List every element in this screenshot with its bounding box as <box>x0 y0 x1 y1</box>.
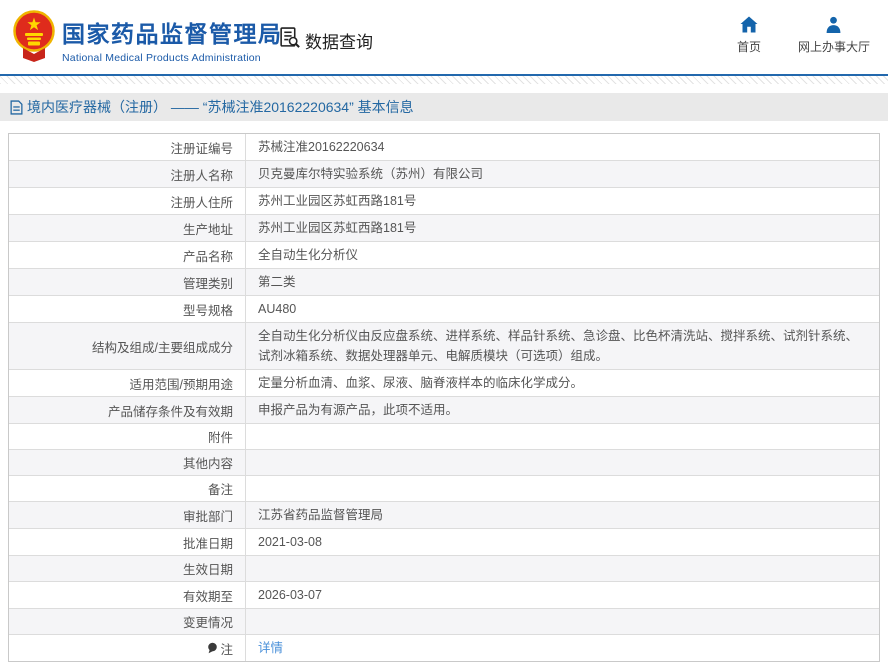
data-query-label: 数据查询 <box>305 32 373 52</box>
nav-service-hall-label: 网上办事大厅 <box>797 40 870 54</box>
note-pin-icon <box>207 642 218 654</box>
row-value: 2021-03-08 <box>258 535 322 549</box>
row-label: 审批部门 <box>9 502 246 528</box>
table-row: 审批部门 江苏省药品监督管理局 <box>9 501 879 528</box>
row-value: 苏州工业园区苏虹西路181号 <box>258 194 417 208</box>
row-value: 2026-03-07 <box>258 588 322 602</box>
row-value: 苏械注准20162220634 <box>258 140 385 154</box>
national-emblem <box>12 8 56 71</box>
row-label: 注 <box>9 635 246 661</box>
row-label: 变更情况 <box>9 609 246 634</box>
table-row: 有效期至 2026-03-07 <box>9 581 879 608</box>
row-label: 管理类别 <box>9 269 246 295</box>
table-row: 结构及组成/主要组成成分 全自动生化分析仪由反应盘系统、进样系统、样品针系统、急… <box>9 322 879 369</box>
row-label: 生产地址 <box>9 215 246 241</box>
row-value: 定量分析血清、血浆、尿液、脑脊液样本的临床化学成分。 <box>258 376 584 390</box>
table-row: 附件 <box>9 423 879 449</box>
document-icon <box>10 99 23 115</box>
table-row: 型号规格 AU480 <box>9 295 879 322</box>
data-query-section[interactable]: 数据查询 <box>278 26 373 54</box>
breadcrumb: 境内医疗器械（注册） —— “苏械注准20162220634” 基本信息 <box>0 93 888 121</box>
nav-item-home[interactable]: 首页 <box>732 15 766 55</box>
nav-home-label: 首页 <box>736 40 761 54</box>
table-row: 产品储存条件及有效期 申报产品为有源产品，此项不适用。 <box>9 396 879 423</box>
row-value <box>246 450 879 475</box>
table-row: 注册人住所 苏州工业园区苏虹西路181号 <box>9 187 879 214</box>
table-row: 注册证编号 苏械注准20162220634 <box>9 134 879 160</box>
decorative-stripe-band <box>0 76 888 84</box>
row-value: 详情 <box>246 635 879 661</box>
detail-link[interactable]: 详情 <box>258 638 283 658</box>
row-label: 附件 <box>9 424 246 449</box>
note-label: 注 <box>220 642 233 657</box>
table-row: 备注 <box>9 475 879 501</box>
site-header: 国家药品监督管理局 National Medical Products Admi… <box>0 0 888 76</box>
row-label: 有效期至 <box>9 582 246 608</box>
row-label: 注册人住所 <box>9 188 246 214</box>
row-value: 第二类 <box>258 275 296 289</box>
row-value <box>246 424 879 449</box>
row-value: 贝克曼库尔特实验系统（苏州）有限公司 <box>258 167 484 181</box>
registration-info-table: 注册证编号 苏械注准20162220634 注册人名称 贝克曼库尔特实验系统（苏… <box>8 133 880 662</box>
row-label: 其他内容 <box>9 450 246 475</box>
row-value <box>246 556 879 581</box>
table-row: 生产地址 苏州工业园区苏虹西路181号 <box>9 214 879 241</box>
row-label: 备注 <box>9 476 246 501</box>
row-value: 申报产品为有源产品，此项不适用。 <box>258 403 459 417</box>
row-value: 江苏省药品监督管理局 <box>258 508 384 522</box>
top-nav: 首页 网上办事大厅 <box>732 15 870 55</box>
org-title: 国家药品监督管理局 <box>62 21 283 47</box>
table-row: 产品名称 全自动生化分析仪 <box>9 241 879 268</box>
document-search-icon <box>278 26 301 54</box>
row-label: 注册证编号 <box>9 134 246 160</box>
table-row: 变更情况 <box>9 608 879 634</box>
breadcrumb-text: 境内医疗器械（注册） —— “苏械注准20162220634” 基本信息 <box>27 99 414 115</box>
table-row: 生效日期 <box>9 555 879 581</box>
row-value <box>246 609 879 634</box>
row-label: 注册人名称 <box>9 161 246 187</box>
nav-item-service-hall[interactable]: 网上办事大厅 <box>798 15 870 55</box>
person-icon <box>825 15 842 33</box>
row-label: 产品名称 <box>9 242 246 268</box>
row-label: 结构及组成/主要组成成分 <box>9 323 246 369</box>
row-label: 型号规格 <box>9 296 246 322</box>
row-value: AU480 <box>258 302 297 316</box>
table-row: 其他内容 <box>9 449 879 475</box>
row-value: 苏州工业园区苏虹西路181号 <box>258 221 417 235</box>
row-label: 适用范围/预期用途 <box>9 370 246 396</box>
table-row: 注册人名称 贝克曼库尔特实验系统（苏州）有限公司 <box>9 160 879 187</box>
org-subtitle: National Medical Products Administration <box>62 52 261 64</box>
row-label: 产品储存条件及有效期 <box>9 397 246 423</box>
table-row: 适用范围/预期用途 定量分析血清、血浆、尿液、脑脊液样本的临床化学成分。 <box>9 369 879 396</box>
row-value: 全自动生化分析仪 <box>258 248 359 262</box>
row-label: 批准日期 <box>9 529 246 555</box>
row-value: 全自动生化分析仪由反应盘系统、进样系统、样品针系统、急诊盘、比色杯清洗站、搅拌系… <box>258 329 859 363</box>
table-row: 管理类别 第二类 <box>9 268 879 295</box>
logo-text: 国家药品监督管理局 National Medical Products Admi… <box>62 15 283 64</box>
row-label: 生效日期 <box>9 556 246 581</box>
home-icon <box>740 15 758 33</box>
row-value <box>246 476 879 501</box>
table-row: 批准日期 2021-03-08 <box>9 528 879 555</box>
